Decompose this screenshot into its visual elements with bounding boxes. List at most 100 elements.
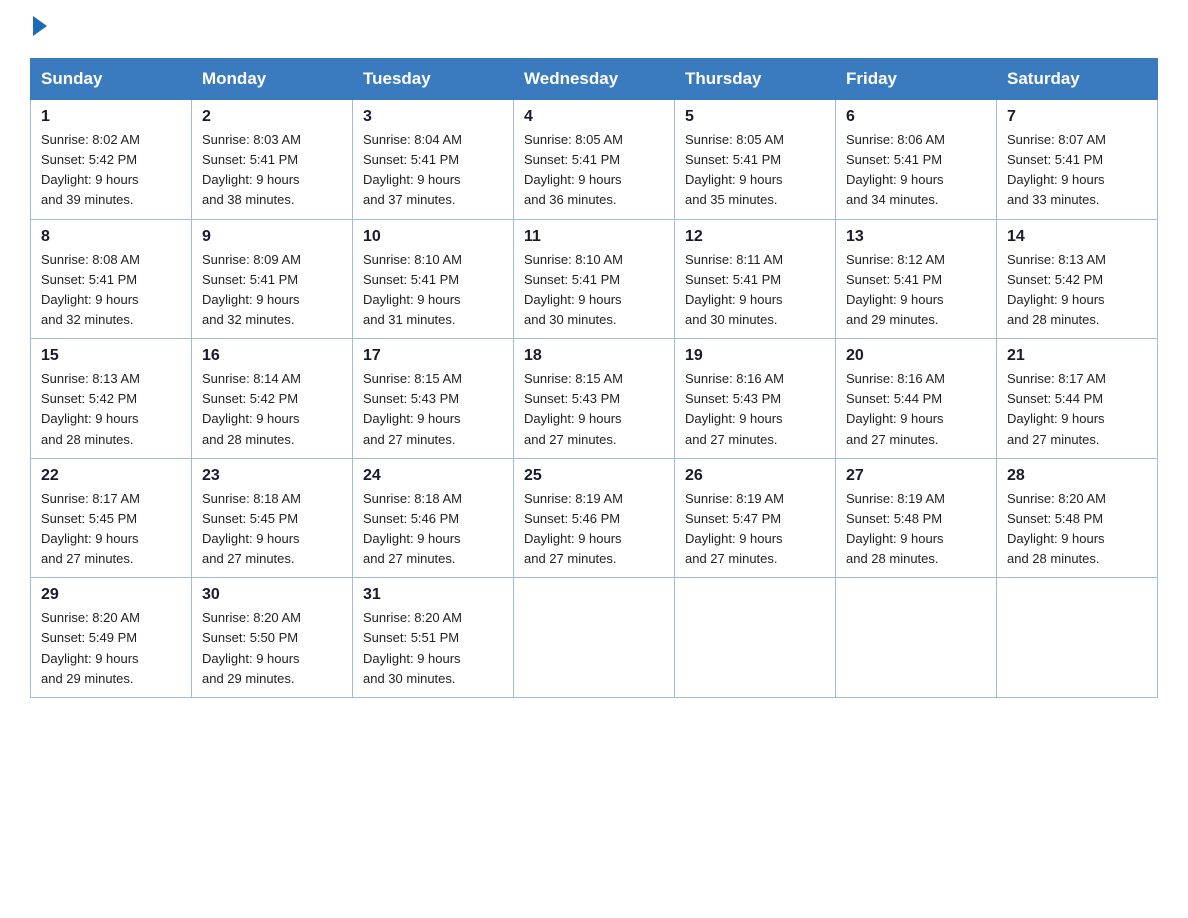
calendar-cell: 2 Sunrise: 8:03 AMSunset: 5:41 PMDayligh… [192, 100, 353, 220]
day-info: Sunrise: 8:07 AMSunset: 5:41 PMDaylight:… [1007, 130, 1147, 211]
day-info: Sunrise: 8:06 AMSunset: 5:41 PMDaylight:… [846, 130, 986, 211]
calendar-cell: 22 Sunrise: 8:17 AMSunset: 5:45 PMDaylig… [31, 458, 192, 578]
day-info: Sunrise: 8:08 AMSunset: 5:41 PMDaylight:… [41, 250, 181, 331]
calendar-cell: 31 Sunrise: 8:20 AMSunset: 5:51 PMDaylig… [353, 578, 514, 698]
day-number: 24 [363, 467, 503, 485]
calendar-cell: 24 Sunrise: 8:18 AMSunset: 5:46 PMDaylig… [353, 458, 514, 578]
day-number: 30 [202, 586, 342, 604]
logo-arrow-icon [33, 16, 47, 36]
calendar-cell: 1 Sunrise: 8:02 AMSunset: 5:42 PMDayligh… [31, 100, 192, 220]
calendar-cell: 4 Sunrise: 8:05 AMSunset: 5:41 PMDayligh… [514, 100, 675, 220]
day-info: Sunrise: 8:16 AMSunset: 5:43 PMDaylight:… [685, 369, 825, 450]
day-info: Sunrise: 8:15 AMSunset: 5:43 PMDaylight:… [363, 369, 503, 450]
weekday-header-tuesday: Tuesday [353, 59, 514, 100]
day-info: Sunrise: 8:03 AMSunset: 5:41 PMDaylight:… [202, 130, 342, 211]
day-info: Sunrise: 8:18 AMSunset: 5:45 PMDaylight:… [202, 489, 342, 570]
day-number: 23 [202, 467, 342, 485]
day-number: 31 [363, 586, 503, 604]
weekday-header-thursday: Thursday [675, 59, 836, 100]
calendar-cell: 12 Sunrise: 8:11 AMSunset: 5:41 PMDaylig… [675, 219, 836, 339]
day-info: Sunrise: 8:20 AMSunset: 5:50 PMDaylight:… [202, 608, 342, 689]
calendar-week-row: 15 Sunrise: 8:13 AMSunset: 5:42 PMDaylig… [31, 339, 1158, 459]
day-info: Sunrise: 8:13 AMSunset: 5:42 PMDaylight:… [1007, 250, 1147, 331]
weekday-header-row: SundayMondayTuesdayWednesdayThursdayFrid… [31, 59, 1158, 100]
day-number: 26 [685, 467, 825, 485]
calendar-cell: 8 Sunrise: 8:08 AMSunset: 5:41 PMDayligh… [31, 219, 192, 339]
day-number: 21 [1007, 347, 1147, 365]
calendar-cell [675, 578, 836, 698]
calendar-cell [997, 578, 1158, 698]
day-info: Sunrise: 8:10 AMSunset: 5:41 PMDaylight:… [363, 250, 503, 331]
calendar-cell: 7 Sunrise: 8:07 AMSunset: 5:41 PMDayligh… [997, 100, 1158, 220]
day-number: 11 [524, 228, 664, 246]
day-info: Sunrise: 8:09 AMSunset: 5:41 PMDaylight:… [202, 250, 342, 331]
day-number: 29 [41, 586, 181, 604]
calendar-cell: 18 Sunrise: 8:15 AMSunset: 5:43 PMDaylig… [514, 339, 675, 459]
day-info: Sunrise: 8:18 AMSunset: 5:46 PMDaylight:… [363, 489, 503, 570]
calendar-cell: 19 Sunrise: 8:16 AMSunset: 5:43 PMDaylig… [675, 339, 836, 459]
calendar-cell: 26 Sunrise: 8:19 AMSunset: 5:47 PMDaylig… [675, 458, 836, 578]
calendar-cell: 10 Sunrise: 8:10 AMSunset: 5:41 PMDaylig… [353, 219, 514, 339]
day-number: 15 [41, 347, 181, 365]
day-number: 27 [846, 467, 986, 485]
day-number: 22 [41, 467, 181, 485]
day-info: Sunrise: 8:04 AMSunset: 5:41 PMDaylight:… [363, 130, 503, 211]
day-number: 12 [685, 228, 825, 246]
day-info: Sunrise: 8:13 AMSunset: 5:42 PMDaylight:… [41, 369, 181, 450]
calendar-cell: 14 Sunrise: 8:13 AMSunset: 5:42 PMDaylig… [997, 219, 1158, 339]
day-info: Sunrise: 8:12 AMSunset: 5:41 PMDaylight:… [846, 250, 986, 331]
calendar-cell: 9 Sunrise: 8:09 AMSunset: 5:41 PMDayligh… [192, 219, 353, 339]
day-number: 3 [363, 108, 503, 126]
day-number: 9 [202, 228, 342, 246]
calendar-cell: 20 Sunrise: 8:16 AMSunset: 5:44 PMDaylig… [836, 339, 997, 459]
page-header [30, 20, 1158, 38]
day-number: 13 [846, 228, 986, 246]
calendar-cell: 15 Sunrise: 8:13 AMSunset: 5:42 PMDaylig… [31, 339, 192, 459]
calendar-cell: 30 Sunrise: 8:20 AMSunset: 5:50 PMDaylig… [192, 578, 353, 698]
calendar-week-row: 8 Sunrise: 8:08 AMSunset: 5:41 PMDayligh… [31, 219, 1158, 339]
weekday-header-monday: Monday [192, 59, 353, 100]
day-info: Sunrise: 8:16 AMSunset: 5:44 PMDaylight:… [846, 369, 986, 450]
weekday-header-wednesday: Wednesday [514, 59, 675, 100]
calendar-cell: 5 Sunrise: 8:05 AMSunset: 5:41 PMDayligh… [675, 100, 836, 220]
calendar-cell [836, 578, 997, 698]
calendar-cell: 13 Sunrise: 8:12 AMSunset: 5:41 PMDaylig… [836, 219, 997, 339]
day-info: Sunrise: 8:19 AMSunset: 5:48 PMDaylight:… [846, 489, 986, 570]
weekday-header-saturday: Saturday [997, 59, 1158, 100]
day-number: 18 [524, 347, 664, 365]
day-info: Sunrise: 8:05 AMSunset: 5:41 PMDaylight:… [524, 130, 664, 211]
day-number: 5 [685, 108, 825, 126]
weekday-header-friday: Friday [836, 59, 997, 100]
day-number: 4 [524, 108, 664, 126]
calendar-table: SundayMondayTuesdayWednesdayThursdayFrid… [30, 58, 1158, 698]
day-info: Sunrise: 8:19 AMSunset: 5:47 PMDaylight:… [685, 489, 825, 570]
calendar-week-row: 22 Sunrise: 8:17 AMSunset: 5:45 PMDaylig… [31, 458, 1158, 578]
calendar-cell: 16 Sunrise: 8:14 AMSunset: 5:42 PMDaylig… [192, 339, 353, 459]
calendar-cell: 11 Sunrise: 8:10 AMSunset: 5:41 PMDaylig… [514, 219, 675, 339]
day-number: 14 [1007, 228, 1147, 246]
day-info: Sunrise: 8:19 AMSunset: 5:46 PMDaylight:… [524, 489, 664, 570]
day-number: 6 [846, 108, 986, 126]
day-number: 20 [846, 347, 986, 365]
day-info: Sunrise: 8:17 AMSunset: 5:45 PMDaylight:… [41, 489, 181, 570]
calendar-week-row: 1 Sunrise: 8:02 AMSunset: 5:42 PMDayligh… [31, 100, 1158, 220]
day-info: Sunrise: 8:15 AMSunset: 5:43 PMDaylight:… [524, 369, 664, 450]
calendar-week-row: 29 Sunrise: 8:20 AMSunset: 5:49 PMDaylig… [31, 578, 1158, 698]
day-number: 16 [202, 347, 342, 365]
calendar-cell: 28 Sunrise: 8:20 AMSunset: 5:48 PMDaylig… [997, 458, 1158, 578]
calendar-cell: 17 Sunrise: 8:15 AMSunset: 5:43 PMDaylig… [353, 339, 514, 459]
day-number: 28 [1007, 467, 1147, 485]
calendar-cell: 27 Sunrise: 8:19 AMSunset: 5:48 PMDaylig… [836, 458, 997, 578]
day-info: Sunrise: 8:11 AMSunset: 5:41 PMDaylight:… [685, 250, 825, 331]
calendar-cell: 23 Sunrise: 8:18 AMSunset: 5:45 PMDaylig… [192, 458, 353, 578]
day-info: Sunrise: 8:05 AMSunset: 5:41 PMDaylight:… [685, 130, 825, 211]
weekday-header-sunday: Sunday [31, 59, 192, 100]
calendar-cell: 3 Sunrise: 8:04 AMSunset: 5:41 PMDayligh… [353, 100, 514, 220]
day-number: 25 [524, 467, 664, 485]
day-number: 8 [41, 228, 181, 246]
calendar-cell: 29 Sunrise: 8:20 AMSunset: 5:49 PMDaylig… [31, 578, 192, 698]
day-number: 2 [202, 108, 342, 126]
day-number: 19 [685, 347, 825, 365]
calendar-cell: 21 Sunrise: 8:17 AMSunset: 5:44 PMDaylig… [997, 339, 1158, 459]
day-info: Sunrise: 8:02 AMSunset: 5:42 PMDaylight:… [41, 130, 181, 211]
